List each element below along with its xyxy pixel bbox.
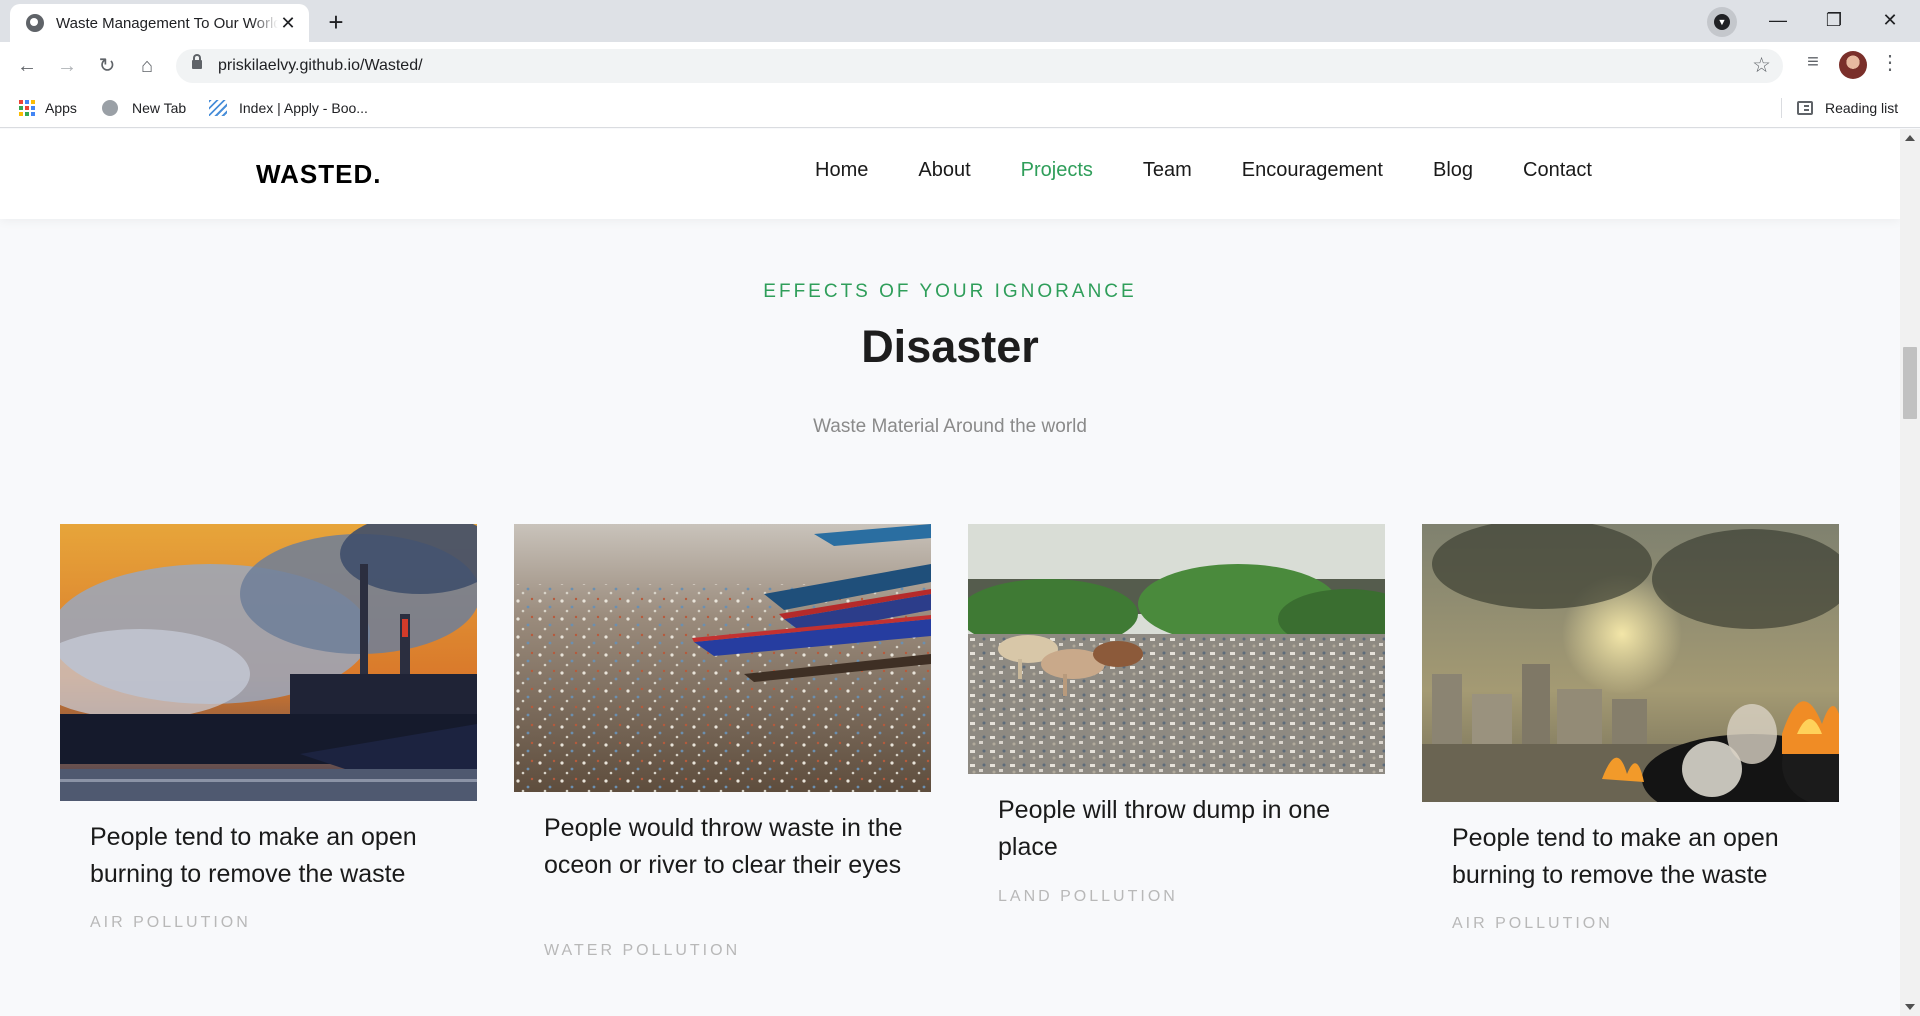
reload-icon[interactable]: ↻ xyxy=(91,50,123,82)
tab-search-button[interactable]: ▼ xyxy=(1707,7,1737,37)
bookmarks-bar: Apps New Tab Index | Apply - Boo... Read… xyxy=(0,88,1920,128)
profile-avatar[interactable] xyxy=(1839,51,1867,79)
card-category: AIR POLLUTION xyxy=(1452,915,1613,932)
nav-about[interactable]: About xyxy=(918,159,970,182)
card-title[interactable]: People would throw waste in the oceon or… xyxy=(544,810,914,884)
reading-list-label: Reading list xyxy=(1825,100,1899,116)
minimize-button[interactable]: — xyxy=(1750,0,1806,40)
nav-team[interactable]: Team xyxy=(1143,159,1192,182)
tab-title: Waste Management To Our World xyxy=(56,14,278,32)
reading-list-button[interactable]: Reading list xyxy=(1797,98,1898,118)
bookmark-label: New Tab xyxy=(132,100,187,116)
card-title[interactable]: People tend to make an open burning to r… xyxy=(90,819,460,893)
scrollbar-thumb[interactable] xyxy=(1903,347,1917,419)
page-scrollbar[interactable] xyxy=(1900,129,1920,1016)
project-card[interactable]: People will throw dump in one place LAND… xyxy=(968,524,1385,924)
reading-list-icon xyxy=(1797,101,1813,115)
page-viewport: WASTED. Home About Projects Team Encoura… xyxy=(0,129,1900,1016)
globe-icon xyxy=(102,100,118,116)
project-card[interactable]: People tend to make an open burning to r… xyxy=(60,524,477,944)
restore-button[interactable]: ❐ xyxy=(1806,0,1862,40)
browser-tab-strip: Waste Management To Our World ✕ + ▼ — ❐ … xyxy=(0,0,1920,42)
card-category: WATER POLLUTION xyxy=(544,942,741,959)
nav-projects[interactable]: Projects xyxy=(1021,159,1093,182)
tab-close-icon[interactable]: ✕ xyxy=(279,13,297,34)
site-logo[interactable]: WASTED. xyxy=(256,159,381,190)
project-card[interactable]: People would throw waste in the oceon or… xyxy=(514,524,931,964)
stripe-icon xyxy=(209,100,227,116)
polluted-shore-boats-photo xyxy=(514,524,931,792)
apps-grid-icon xyxy=(19,100,35,116)
forward-arrow-icon[interactable]: → xyxy=(51,50,83,82)
card-category: AIR POLLUTION xyxy=(90,914,251,931)
bookmark-separator xyxy=(1781,98,1782,118)
project-card[interactable]: People tend to make an open burning to r… xyxy=(1422,524,1839,944)
burning-garbage-city-photo xyxy=(1422,524,1839,802)
scroll-up-arrow-icon[interactable] xyxy=(1905,135,1915,141)
browser-toolbar: ← → ↻ ⌂ priskilaelvy.github.io/Wasted/ ☆… xyxy=(0,42,1920,88)
bookmark-label: Apps xyxy=(45,100,77,116)
nav-blog[interactable]: Blog xyxy=(1433,159,1473,182)
nav-home[interactable]: Home xyxy=(815,159,868,182)
back-arrow-icon[interactable]: ← xyxy=(11,50,43,82)
url-text[interactable]: priskilaelvy.github.io/Wasted/ xyxy=(218,57,423,75)
site-navbar: WASTED. Home About Projects Team Encoura… xyxy=(0,129,1900,219)
home-icon[interactable]: ⌂ xyxy=(131,50,163,82)
scroll-down-arrow-icon[interactable] xyxy=(1905,1004,1915,1010)
globe-favicon-icon xyxy=(26,14,44,32)
more-menu-icon[interactable]: ⋮ xyxy=(1880,50,1900,75)
section-kicker: EFFECTS OF YOUR IGNORANCE xyxy=(763,281,1137,302)
card-title[interactable]: People will throw dump in one place xyxy=(998,792,1368,866)
nav-contact[interactable]: Contact xyxy=(1523,159,1592,182)
site-menu: Home About Projects Team Encouragement B… xyxy=(815,159,1642,182)
bookmark-index-apply[interactable]: Index | Apply - Boo... xyxy=(209,98,368,118)
factory-smoke-photo xyxy=(60,524,477,801)
bookmark-new-tab[interactable]: New Tab xyxy=(102,98,186,118)
bookmark-star-icon[interactable]: ☆ xyxy=(1752,53,1771,78)
address-bar[interactable]: priskilaelvy.github.io/Wasted/ ☆ xyxy=(176,49,1783,83)
nav-encouragement[interactable]: Encouragement xyxy=(1242,159,1383,182)
chevron-down-icon: ▼ xyxy=(1714,14,1730,30)
new-tab-button[interactable]: + xyxy=(319,6,353,40)
landfill-cows-photo xyxy=(968,524,1385,774)
media-queue-icon[interactable]: ≡ xyxy=(1799,51,1827,74)
section-title: Disaster xyxy=(861,321,1039,372)
card-title[interactable]: People tend to make an open burning to r… xyxy=(1452,820,1822,894)
lock-icon xyxy=(192,54,202,69)
section-subtitle: Waste Material Around the world xyxy=(813,416,1087,437)
bookmark-apps[interactable]: Apps xyxy=(19,98,77,118)
close-window-button[interactable]: ✕ xyxy=(1862,0,1918,40)
browser-tab[interactable]: Waste Management To Our World ✕ xyxy=(10,4,309,42)
bookmark-label: Index | Apply - Boo... xyxy=(239,100,368,116)
card-category: LAND POLLUTION xyxy=(998,888,1178,905)
